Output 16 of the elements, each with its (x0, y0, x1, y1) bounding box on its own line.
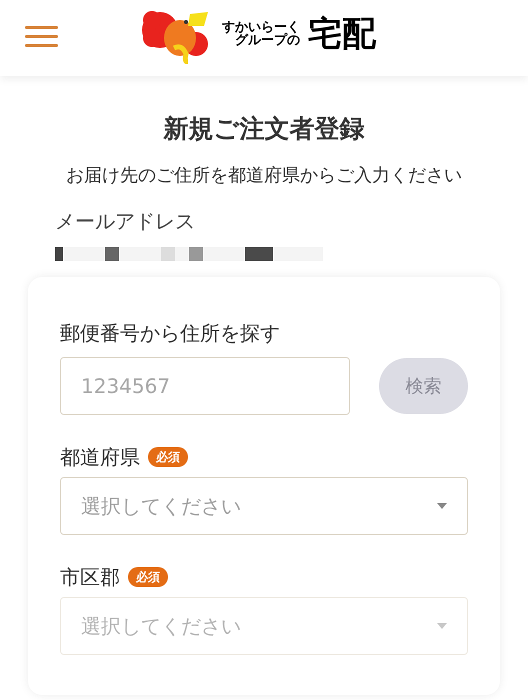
prefecture-dropdown[interactable]: 選択してください (60, 477, 468, 535)
instruction-text: お届け先のご住所を都道府県からご入力ください (66, 167, 462, 185)
caret-icon (437, 623, 447, 629)
logo-text: すかいらーく (222, 21, 300, 34)
field-label: 市区郡 (60, 567, 120, 587)
postal-code-field[interactable]: 1234567 (60, 357, 350, 415)
logo-text: 宅配 (308, 17, 376, 51)
email-label: メールアドレス (55, 211, 196, 231)
page-title: 新規ご注文者登録 (164, 116, 364, 141)
caret-icon (437, 503, 447, 509)
postal-label: 郵便番号から住所を探す (60, 323, 281, 343)
logo-text: グループの (235, 34, 300, 47)
required-badge: 必須 (128, 567, 168, 587)
required-badge: 必須 (148, 447, 188, 467)
menu-icon[interactable] (24, 24, 60, 48)
field-label: 都道府県 (60, 447, 140, 467)
